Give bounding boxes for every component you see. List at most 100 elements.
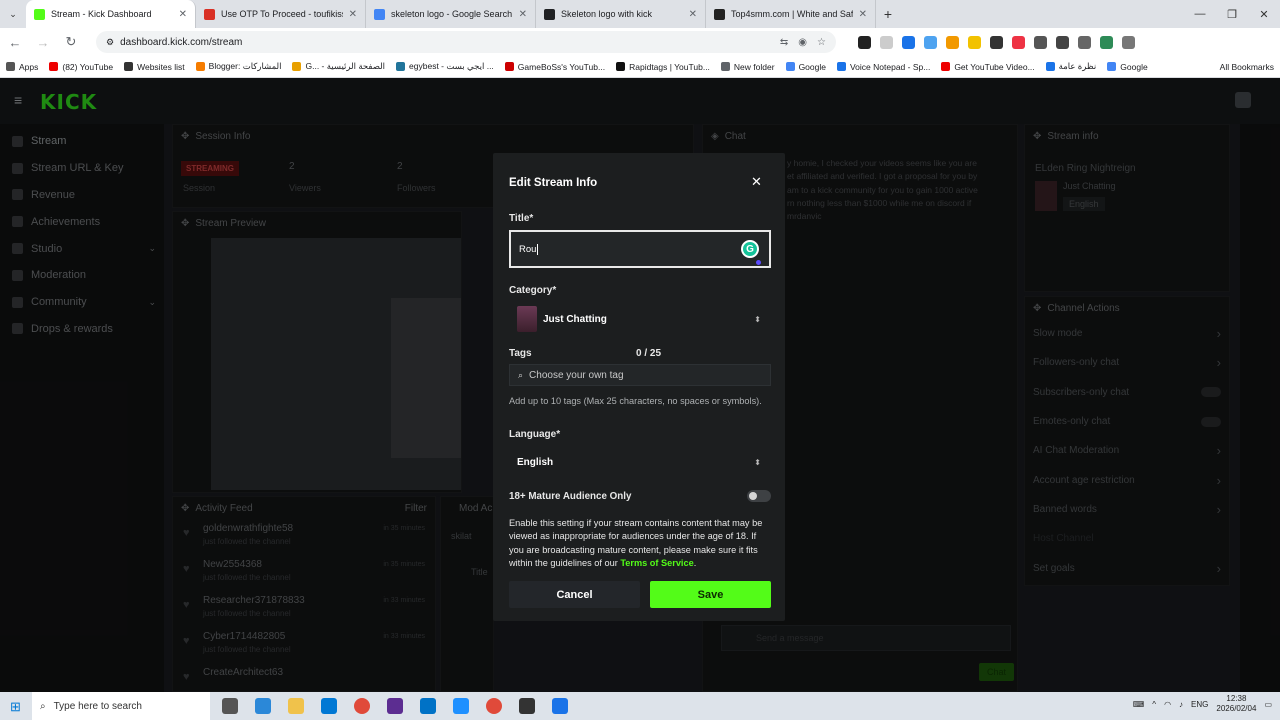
mature-description: Enable this setting if your stream conta… [509,517,773,571]
close-window-icon[interactable]: ✕ [1248,0,1280,28]
bookmark-label: New folder [733,61,775,72]
menu-dots-icon[interactable] [1122,35,1135,49]
bookmark-item[interactable]: Google [1107,62,1148,72]
forward-icon[interactable]: → [34,35,52,50]
edit-stream-info-modal: Edit Stream Info ✕ Title* Rou G Category… [493,153,785,621]
bookmark-item[interactable]: Google [785,62,826,72]
taskbar-search[interactable]: ⌕ Type here to search [32,692,210,720]
bookmark-item[interactable]: (82) YouTube [49,62,113,72]
tab-close-icon[interactable]: ✕ [859,9,867,20]
extension-icon[interactable] [880,35,893,49]
system-tray: ⌨ ^ ◠ ♪ ENG 12:38 2026/02/04 ▭ [1133,694,1272,714]
kick-logo[interactable]: KICK [40,90,97,114]
extension-icon[interactable] [924,35,937,49]
eye-icon[interactable]: ◉ [798,37,807,48]
tab-title: skeleton logo - Google Search [391,9,513,19]
file-explorer-icon[interactable] [288,698,304,714]
extension-icon[interactable] [902,35,915,49]
bookmark-item[interactable]: New folder [720,61,775,72]
bookmark-item[interactable]: GameBoSs's YouTub... [504,62,605,72]
site-info-icon[interactable]: ⚙ [106,37,114,48]
extension-icon[interactable] [1034,35,1047,49]
reload-icon[interactable]: ↻ [62,34,80,50]
windows-taskbar: ⊞ ⌕ Type here to search ⌨ ^ ◠ ♪ ENG 12:3… [0,692,1280,720]
volume-icon[interactable]: ♪ [1179,700,1183,709]
extensions-bar [858,35,1135,49]
app-icon[interactable] [387,698,403,714]
language-select[interactable]: English ⬍ [509,446,771,478]
title-input[interactable]: Rou G [509,230,771,268]
tray-arrow-icon[interactable]: ^ [1152,700,1156,709]
bookmark-item[interactable]: Apps [6,62,38,72]
app-icon[interactable] [453,698,469,714]
windows-start-icon[interactable]: ⊞ [10,699,21,715]
mature-toggle[interactable] [747,490,771,502]
bookmark-item[interactable]: Rapidtags | YouTub... [616,62,710,72]
download-icon[interactable] [1078,35,1091,49]
back-icon[interactable]: ← [6,35,24,50]
category-select[interactable]: Just Chatting ⬍ [509,303,771,335]
translate-icon[interactable]: ⇆ [780,37,788,48]
extension-icon[interactable] [1012,35,1025,49]
modal-heading: Edit Stream Info [509,177,598,189]
modal-close-icon[interactable]: ✕ [751,174,762,190]
tab-title: Use OTP To Proceed - toufikiss... [221,9,343,19]
extension-icon[interactable] [968,35,981,49]
restore-icon[interactable]: ❐ [1216,0,1248,28]
clock-time: 12:38 [1226,694,1247,703]
chrome-icon[interactable] [354,698,370,714]
network-icon[interactable]: ◠ [1164,700,1171,709]
tab-close-icon[interactable]: ✕ [519,9,527,20]
extension-icon[interactable] [858,35,871,49]
extension-icon[interactable] [946,35,959,49]
browser-tab[interactable]: Stream - Kick Dashboard ✕ [26,0,196,28]
bookmark-item[interactable]: Websites list [124,62,185,72]
language-icon[interactable]: ENG [1191,700,1208,709]
profile-icon[interactable] [1100,35,1113,49]
store-icon[interactable] [321,698,337,714]
browser-tab[interactable]: Use OTP To Proceed - toufikiss... ✕ [196,0,366,28]
bookmark-item[interactable]: Voice Notepad - Sp... [836,62,930,72]
bookmark-item[interactable]: G... - الصفحة الرئيسية [292,61,385,72]
terms-of-service-link[interactable]: Terms of Service [620,558,693,568]
copilot-icon[interactable] [255,698,271,714]
minimize-icon[interactable]: — [1184,0,1216,28]
select-chevron-icon: ⬍ [754,457,761,467]
url-field[interactable]: ⚙ dashboard.kick.com/stream ⇆ ◉ ☆ [96,31,836,53]
bookmark-icon [6,62,15,71]
tab-close-icon[interactable]: ✕ [179,9,187,20]
browser-tab[interactable]: Skeleton logo with kick ✕ [536,0,706,28]
keyboard-icon[interactable]: ⌨ [1133,700,1145,709]
bookmark-item[interactable]: egybest - ايجي بست ... [396,61,494,72]
all-bookmarks[interactable]: All Bookmarks [1220,62,1274,72]
grammarly-icon[interactable]: G [741,240,759,258]
tab-close-icon[interactable]: ✕ [349,9,357,20]
avatar[interactable] [1235,92,1251,108]
save-button[interactable]: Save [650,581,771,608]
tab-search-icon[interactable]: ⌄ [0,0,26,28]
chrome-active-icon[interactable] [486,698,502,714]
app-icon[interactable] [519,698,535,714]
hamburger-icon[interactable]: ≡ [14,92,22,108]
notification-icon[interactable]: ▭ [1264,700,1272,709]
task-view-icon[interactable] [222,698,238,714]
tab-title: Skeleton logo with kick [561,9,653,19]
app-icon[interactable] [552,698,568,714]
new-tab-button[interactable]: + [876,0,900,28]
puzzle-icon[interactable] [1056,35,1069,49]
bookmark-icon [195,62,205,71]
bookmark-item[interactable]: Blogger: المشاركات [195,61,281,72]
tags-input[interactable]: ⌕ Choose your own tag [509,364,771,386]
cancel-button[interactable]: Cancel [509,581,640,608]
bookmark-item[interactable]: Get YouTube Video... [941,62,1035,72]
mail-icon[interactable] [420,698,436,714]
tab-close-icon[interactable]: ✕ [689,9,697,20]
tags-help-text: Add up to 10 tags (Max 25 characters, no… [509,396,762,406]
tab-favicon-icon [714,8,725,20]
clock[interactable]: 12:38 2026/02/04 [1216,694,1256,714]
extension-icon[interactable] [990,35,1003,49]
bookmark-star-icon[interactable]: ☆ [817,37,826,48]
bookmark-item[interactable]: نظرة عامة [1045,61,1096,72]
browser-tab[interactable]: skeleton logo - Google Search ✕ [366,0,536,28]
browser-tab[interactable]: Top4smm.com | White and Safe... ✕ [706,0,876,28]
